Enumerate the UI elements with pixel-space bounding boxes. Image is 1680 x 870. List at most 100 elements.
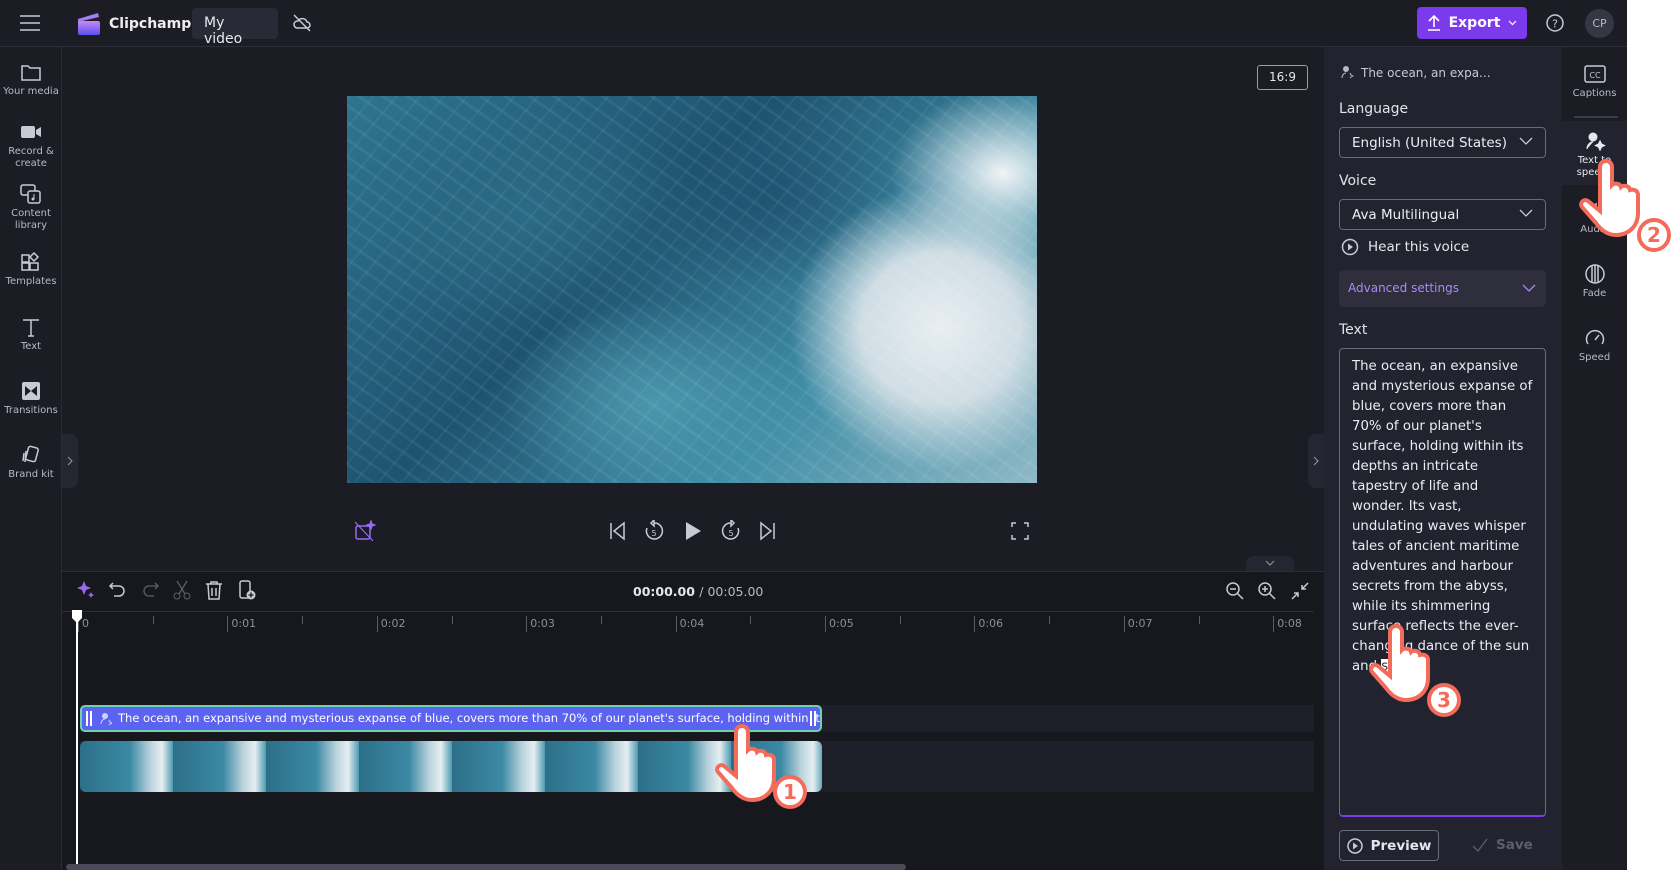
export-button[interactable]: Export	[1417, 7, 1527, 39]
sidebar-item-content-library[interactable]: Content library	[0, 184, 62, 232]
sidebar-item-brand-kit[interactable]: Brand kit	[0, 445, 62, 481]
captions-icon: CC	[1583, 65, 1606, 83]
play-circle-icon	[1341, 238, 1359, 256]
play-circle-icon	[1346, 837, 1363, 854]
sidebar-item-label: Brand kit	[8, 469, 54, 480]
clip-left-handle[interactable]	[86, 711, 92, 726]
ruler-label: 0:01	[231, 617, 257, 630]
sidebar-item-label: Text	[20, 341, 42, 352]
cloud-off-icon[interactable]	[292, 13, 312, 33]
redo-icon[interactable]	[140, 580, 160, 600]
annotation-number: 1	[783, 780, 797, 804]
rewind-5-icon[interactable]: 5	[643, 520, 665, 542]
tab-label: Fade	[1582, 288, 1607, 299]
help-icon[interactable]: ?	[1545, 13, 1565, 33]
expand-left-panel-button[interactable]	[62, 434, 78, 488]
hand-cursor-icon: 2	[1579, 158, 1671, 252]
svg-text:5: 5	[728, 529, 733, 538]
ruler-tick	[675, 616, 677, 632]
ruler-minor-tick	[152, 616, 154, 624]
sidebar-item-label: Transitions	[4, 405, 58, 416]
play-icon[interactable]	[682, 520, 704, 542]
upload-icon	[1427, 15, 1440, 31]
fullscreen-icon[interactable]	[1010, 520, 1030, 542]
sidebar-item-label: Templates	[5, 276, 57, 287]
save-button[interactable]: Save	[1472, 837, 1533, 853]
advanced-settings-toggle[interactable]: Advanced settings	[1339, 270, 1546, 307]
aspect-ratio-button[interactable]: 16:9	[1257, 65, 1308, 90]
sidebar-item-transitions[interactable]: Transitions	[0, 381, 62, 417]
tab-speed[interactable]: Speed	[1562, 328, 1627, 364]
ruler-divider	[62, 611, 1314, 612]
sidebar-item-text[interactable]: Text	[0, 317, 62, 353]
ruler-tick	[376, 616, 378, 632]
collapse-timeline-button[interactable]	[1246, 556, 1294, 571]
ruler-tick	[825, 616, 826, 632]
skip-to-start-icon[interactable]	[608, 520, 628, 542]
tab-captions[interactable]: CC Captions	[1562, 64, 1627, 100]
project-title-input[interactable]: My video	[192, 8, 278, 47]
chevron-down-icon	[1519, 209, 1533, 217]
ruler-minor-tick	[899, 616, 901, 624]
hear-voice-button[interactable]: Hear this voice	[1341, 238, 1469, 256]
sidebar-item-templates[interactable]: Templates	[0, 252, 62, 288]
ruler-label: 0:05	[829, 617, 854, 630]
ruler-label: 0	[82, 617, 89, 630]
svg-text:CC: CC	[1589, 71, 1601, 80]
ruler-minor-tick	[302, 616, 304, 624]
add-media-icon[interactable]	[237, 580, 257, 600]
sidebar-item-label: Your media	[3, 86, 59, 97]
tab-divider	[1574, 116, 1618, 118]
clipchamp-logo	[78, 13, 100, 35]
ruler-tick	[227, 616, 229, 632]
magic-sparkle-icon[interactable]	[76, 580, 96, 600]
chevron-down-icon	[1508, 20, 1517, 26]
timeline-scrollbar[interactable]	[66, 864, 906, 870]
playhead[interactable]	[76, 611, 78, 870]
save-label: Save	[1496, 837, 1533, 853]
annotation-1: 1	[708, 720, 818, 814]
hamburger-menu-icon[interactable]	[19, 14, 41, 32]
avatar[interactable]: CP	[1585, 9, 1614, 38]
tab-label: Speed	[1578, 352, 1611, 363]
folder-icon	[21, 65, 41, 81]
hand-cursor-icon: 1	[715, 723, 807, 809]
ruler-minor-tick	[1049, 616, 1051, 624]
speech-text-input[interactable]: The ocean, an expansive and mysterious e…	[1339, 348, 1546, 817]
chevron-right-icon	[67, 456, 73, 466]
forward-5-icon[interactable]: 5	[720, 520, 742, 542]
ruler-label: 0:02	[380, 617, 406, 630]
sidebar-item-label: Record & create	[8, 146, 54, 169]
annotation-number: 2	[1647, 223, 1661, 247]
skip-to-end-icon[interactable]	[757, 520, 777, 542]
fade-icon	[1584, 264, 1605, 284]
collapse-right-panel-button[interactable]	[1308, 434, 1324, 488]
fit-timeline-icon[interactable]	[1290, 581, 1310, 601]
magic-off-icon[interactable]	[354, 520, 376, 542]
scissors-icon[interactable]	[172, 580, 192, 600]
zoom-out-icon[interactable]	[1225, 581, 1245, 601]
ruler-label: 0:04	[679, 617, 705, 630]
hear-voice-label: Hear this voice	[1368, 239, 1470, 255]
sidebar-item-your-media[interactable]: Your media	[0, 62, 62, 98]
content-library-icon	[20, 184, 41, 204]
tab-fade[interactable]: Fade	[1562, 264, 1627, 300]
playhead-handle[interactable]	[71, 609, 83, 623]
language-select[interactable]: English (United States)	[1339, 127, 1546, 158]
sidebar-item-label: Content library	[11, 208, 51, 231]
video-preview	[347, 96, 1037, 483]
zoom-in-icon[interactable]	[1257, 581, 1277, 601]
annotation-3: 3	[1362, 620, 1472, 724]
tab-label: Captions	[1572, 88, 1617, 99]
voice-select[interactable]: Ava Multilingual	[1339, 199, 1546, 230]
ruler-tick	[974, 616, 976, 632]
ruler-tick	[526, 616, 528, 632]
hand-cursor-icon: 3	[1369, 623, 1461, 717]
preview-button[interactable]: Preview	[1339, 830, 1439, 861]
trash-icon[interactable]	[204, 580, 224, 600]
timecode: 00:00.00 / 00:05.00	[633, 584, 763, 599]
chevron-down-icon	[1522, 284, 1536, 292]
sidebar-item-record-create[interactable]: Record & create	[0, 122, 62, 170]
ruler-label: 0:07	[1127, 617, 1153, 630]
undo-icon[interactable]	[108, 580, 128, 600]
